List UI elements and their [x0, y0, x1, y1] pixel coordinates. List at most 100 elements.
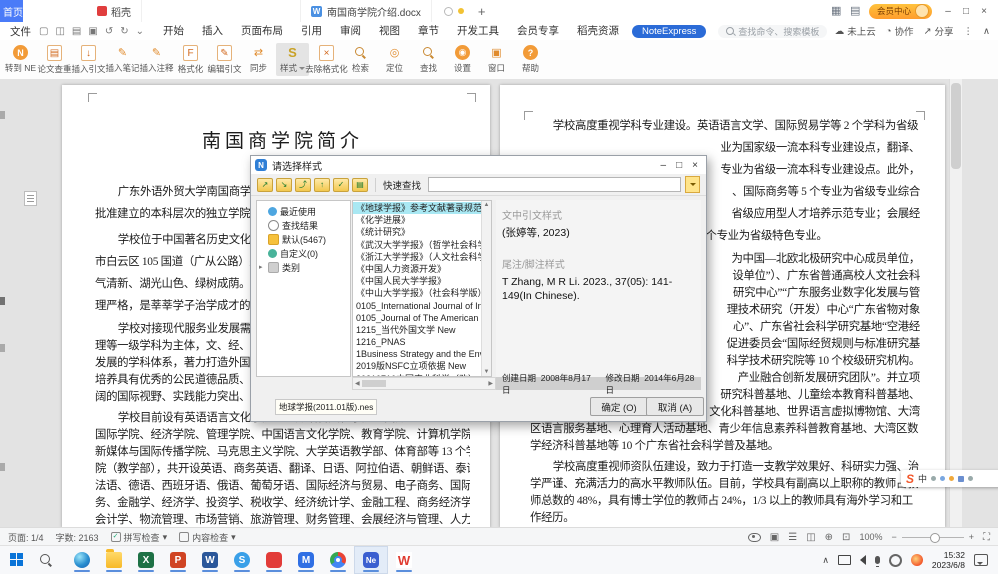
style-list-item[interactable]: 《中国人民大学学报》: [353, 275, 491, 287]
style-list-scrollbar[interactable]: ▲▼: [481, 201, 491, 376]
tab-docer[interactable]: 稻壳: [87, 0, 142, 22]
content-check-toggle[interactable]: 内容检查 ▾: [179, 531, 236, 544]
zoom-thumb[interactable]: [930, 533, 940, 543]
preview-icon[interactable]: ▣: [88, 26, 97, 37]
collaborate-button[interactable]: ◔ 协作: [886, 24, 914, 38]
print-icon[interactable]: ▤: [72, 26, 81, 37]
margin-comment-icon[interactable]: [24, 191, 37, 206]
zoom-out-button[interactable]: −: [891, 532, 896, 542]
view-outline-icon[interactable]: ☰: [788, 532, 797, 543]
style-list-item[interactable]: 《武汉大学学报》（哲学社会科学版）: [353, 239, 491, 251]
tab-home[interactable]: 首页: [0, 0, 23, 22]
style-list-item[interactable]: 2019版NSFC立项依据 New: [353, 360, 491, 372]
view-web-icon[interactable]: ⊕: [825, 532, 833, 543]
undo-icon[interactable]: ↺: [105, 26, 113, 37]
taskbar-noteexpress[interactable]: Ne: [354, 546, 388, 574]
format[interactable]: F 格式化: [174, 43, 207, 77]
menu-references[interactable]: 引用: [292, 22, 331, 40]
tray-expand-icon[interactable]: ∧: [822, 555, 829, 566]
settings[interactable]: ◉ 设置: [446, 43, 479, 76]
style-list-item[interactable]: 0105_Journal of The American Hear: [353, 312, 491, 324]
close-button[interactable]: ×: [976, 6, 992, 17]
new-style-icon[interactable]: ↑: [314, 178, 330, 192]
style-list-item[interactable]: 《浙江大学学报》（人文社会科学版）: [353, 251, 491, 263]
import-style-icon[interactable]: ↘: [276, 178, 292, 192]
style-list-item[interactable]: 《中山大学学报》（社会科学版）: [353, 287, 491, 299]
ime-keyboard-icon[interactable]: [958, 476, 964, 482]
taskbar-word[interactable]: W: [194, 547, 226, 573]
fit-page-icon[interactable]: ⊡: [842, 532, 850, 543]
taskbar-wps[interactable]: W: [388, 547, 420, 573]
view-page-icon[interactable]: ▣: [770, 532, 779, 543]
workspace-icon[interactable]: ▤: [850, 6, 861, 17]
settings-tray-icon[interactable]: [889, 554, 902, 567]
member-center-button[interactable]: 会员中心: [869, 4, 932, 19]
locate[interactable]: ◎ 定位: [378, 43, 411, 76]
cloud-status-button[interactable]: ☁ 未上云: [835, 24, 876, 38]
zoom-in-button[interactable]: +: [969, 532, 974, 542]
document-scrollbar[interactable]: [949, 79, 962, 528]
dialog-title-bar[interactable]: N 请选择样式 – □ ×: [251, 156, 706, 174]
customize-toolbar-icon[interactable]: ⌄: [136, 26, 144, 37]
tree-item[interactable]: ▸ 类别: [257, 260, 350, 274]
menu-start[interactable]: 开始: [154, 22, 193, 40]
paper-check[interactable]: ▤ 论文查重: [38, 43, 71, 77]
insert-annotation[interactable]: ✎ 插入注释: [140, 43, 173, 76]
more-menu-icon[interactable]: ⋮: [964, 26, 974, 37]
clock[interactable]: 15:32 2023/6/8: [932, 550, 965, 570]
taskbar-blue-circle-app[interactable]: S: [226, 547, 258, 573]
command-search-input[interactable]: 查找命令、搜索模板: [718, 25, 827, 38]
save-icon[interactable]: ▢: [39, 26, 48, 37]
share-button[interactable]: ↗ 分享: [924, 24, 954, 38]
view-book-icon[interactable]: ◫: [806, 532, 815, 543]
zoom-level[interactable]: 100%: [859, 532, 882, 542]
browser-tray-icon[interactable]: [911, 554, 923, 566]
dialog-close-button[interactable]: ×: [692, 160, 698, 171]
style-list-item[interactable]: 1215_当代外国文学 New: [353, 324, 491, 336]
style-list-item[interactable]: 《统计研究》: [353, 226, 491, 238]
style-list-hscrollbar[interactable]: ◀▶: [352, 377, 496, 390]
style-list-item[interactable]: 1216_PNAS: [353, 336, 491, 348]
menu-page-layout[interactable]: 页面布局: [232, 22, 292, 40]
eye-protect-icon[interactable]: [748, 533, 761, 542]
taskbar-explorer[interactable]: [98, 547, 130, 573]
style-list-item[interactable]: 《地球学报》参考文献著录规范(2011.: [353, 202, 491, 214]
style-list-item[interactable]: 0105_International Journal of Infect: [353, 300, 491, 312]
help[interactable]: ? 帮助: [514, 43, 547, 76]
taskbar-edge[interactable]: [66, 547, 98, 573]
remove-format[interactable]: × 去除格式化: [310, 43, 343, 77]
menu-member[interactable]: 会员专享: [508, 22, 568, 40]
menu-docer-resources[interactable]: 稻壳资源: [568, 22, 628, 40]
expand-icon[interactable]: ▸: [259, 263, 265, 271]
ime-logo-icon[interactable]: S: [906, 472, 914, 486]
tree-item[interactable]: 查找结果: [257, 218, 350, 232]
edit-style-icon[interactable]: ▤: [352, 178, 368, 192]
edit-citation[interactable]: ✎ 编辑引文: [208, 43, 241, 77]
tree-item[interactable]: 默认(5467): [257, 232, 350, 246]
style-list-item[interactable]: 1Business Strategy and the Environr: [353, 348, 491, 360]
hscroll-thumb[interactable]: [362, 380, 386, 387]
speaker-ic[interactable]: [860, 555, 866, 565]
redo-icon[interactable]: ↻: [120, 26, 128, 37]
taskbar-excel[interactable]: X: [130, 547, 162, 573]
start-button[interactable]: [10, 553, 24, 567]
quick-find-dropdown-button[interactable]: [685, 176, 700, 193]
sync[interactable]: ⇄ 同步: [242, 43, 275, 76]
notification-center-icon[interactable]: [974, 554, 988, 566]
menu-developer[interactable]: 开发工具: [448, 22, 508, 40]
insert-note[interactable]: ✎ 插入笔记: [106, 43, 139, 76]
zoom-slider[interactable]: − +: [891, 532, 974, 542]
style-list-item[interactable]: 《中国人力资源开发》: [353, 263, 491, 275]
open-style-icon[interactable]: ↗: [257, 178, 273, 192]
export-icon[interactable]: ◫: [55, 26, 64, 37]
network-icon[interactable]: [838, 555, 851, 565]
ime-settings-icon[interactable]: [968, 476, 973, 481]
fullscreen-icon[interactable]: ⛶: [983, 532, 990, 543]
dialog-minimize-button[interactable]: –: [661, 160, 667, 171]
taskbar-powerpoint[interactable]: P: [162, 547, 194, 573]
menu-view[interactable]: 视图: [370, 22, 409, 40]
menu-review[interactable]: 审阅: [331, 22, 370, 40]
zoom-track[interactable]: [902, 537, 964, 538]
taskbar-search-icon[interactable]: [40, 554, 52, 566]
window[interactable]: ▣ 窗口: [480, 43, 513, 76]
